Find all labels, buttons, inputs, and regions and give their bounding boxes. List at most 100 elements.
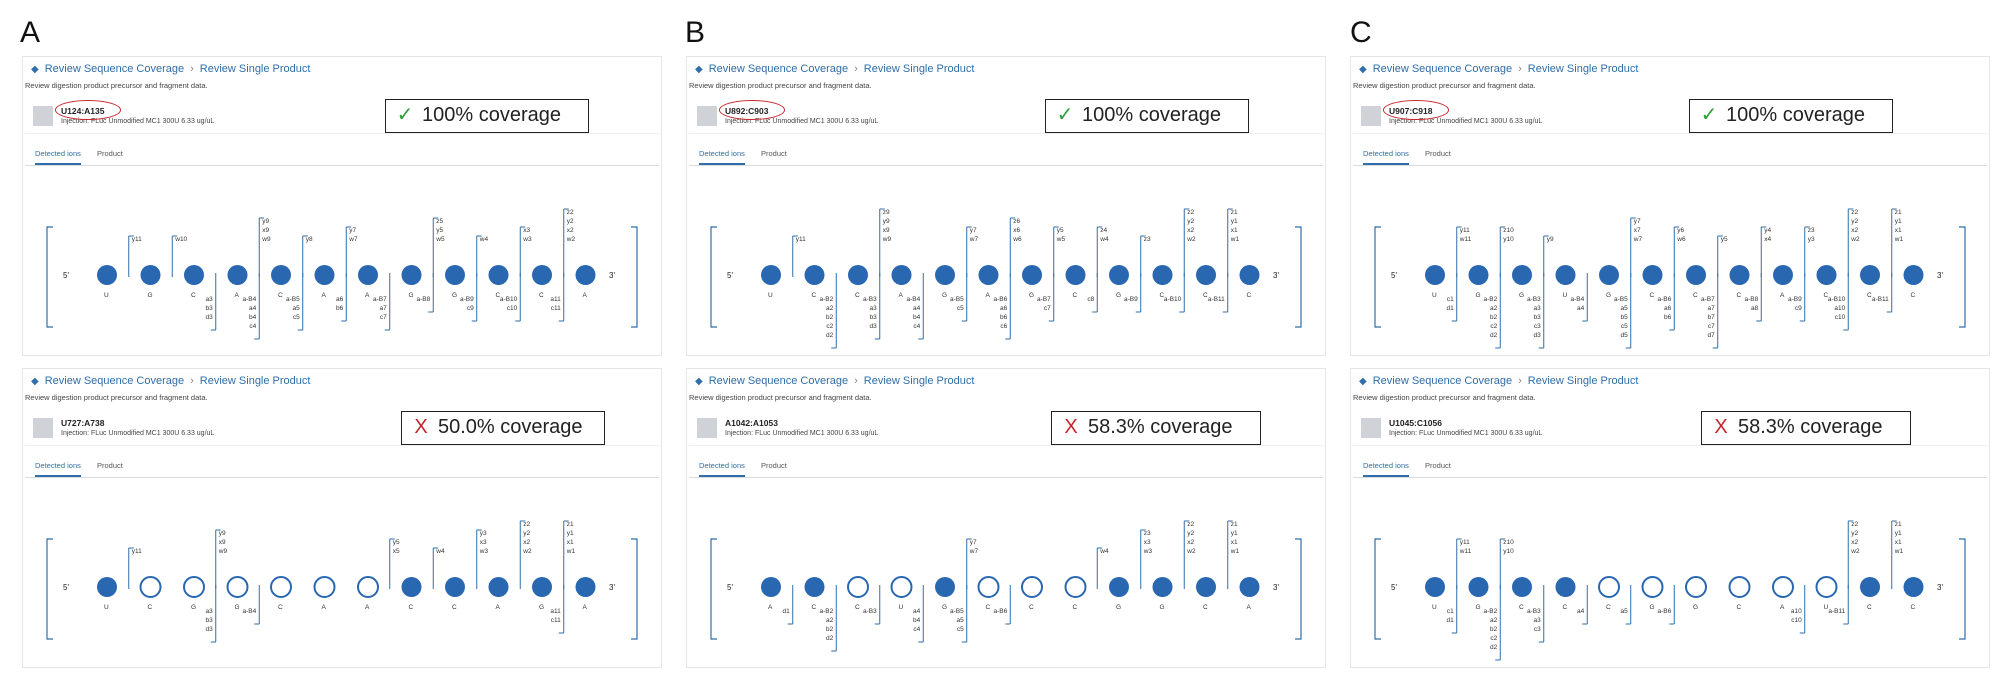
page-subtitle: Review digestion product precursor and f…	[1353, 393, 1536, 402]
upper-fragment-label: x2	[523, 539, 530, 546]
fragment-map-svg: 5' 3'U C C A G A G C G C C Cy11z9y9x9w9y7w7z6x6w6y5w…	[710, 208, 1302, 349]
nucleotide-node	[1109, 577, 1129, 597]
breadcrumb-link-sequence-coverage[interactable]: Review Sequence Coverage	[709, 63, 848, 75]
upper-fragment-label: y5	[393, 539, 400, 546]
product-card: ◆ Review Sequence Coverage › Review Single …	[22, 56, 662, 356]
lower-fragment-label: d3	[870, 323, 878, 330]
breadcrumb-link-sequence-coverage[interactable]: Review Sequence Coverage	[45, 375, 184, 387]
tab-product[interactable]: Product	[761, 461, 787, 470]
upper-fragment-label: z4	[1100, 227, 1107, 234]
left-bracket	[1374, 538, 1381, 640]
nucleotide-node	[313, 576, 336, 598]
tab-detected-ions[interactable]: Detected ions	[1363, 461, 1409, 477]
nucleotide-node	[1599, 265, 1619, 285]
nucleotide-node	[314, 265, 335, 285]
breadcrumb-link-single-product[interactable]: Review Single Product	[864, 375, 975, 387]
product-card: ◆ Review Sequence Coverage › Review Single …	[22, 368, 662, 668]
lower-fragment-label: a6	[1000, 305, 1008, 312]
lower-fragment-label: b2	[1490, 626, 1498, 633]
tab-detected-ions[interactable]: Detected ions	[699, 461, 745, 477]
nucleotide-label: C	[1650, 292, 1655, 299]
coverage-text: 58.3% coverage	[1088, 416, 1233, 438]
upper-fragment-label: x3	[1144, 539, 1151, 546]
back-arrow-icon[interactable]: ◆	[31, 376, 39, 387]
fragment-map: 5' 3' U C C A G A G C G C C Cy11 z9 y9 x9 w9 y7 w7 z6 x6 w6 y5 w…	[687, 167, 1327, 349]
nucleotide-label: U	[768, 292, 773, 299]
product-card: ◆ Review Sequence Coverage › Review Single …	[1350, 56, 1990, 356]
injection-label: Injection: FLuc Unmodified MC1 300U 6.33…	[725, 430, 879, 437]
nucleotide-label: C	[1911, 604, 1916, 611]
nucleotide-label: C	[855, 604, 860, 611]
lower-fragment-label: b6	[336, 305, 344, 312]
lower-fragment-label: d1	[783, 608, 791, 615]
coverage-box: ✓ 100% coverage	[1045, 99, 1249, 133]
lower-fragment-label: a3	[870, 305, 878, 312]
breadcrumb-link-single-product[interactable]: Review Single Product	[1528, 375, 1639, 387]
lower-fragment-label: c7	[1044, 305, 1051, 312]
tab-detected-ions[interactable]: Detected ions	[35, 461, 81, 477]
nucleotide-label: C	[1563, 604, 1568, 611]
lower-fragment-label: c2	[1490, 635, 1497, 642]
upper-fragment-label: w2	[566, 236, 576, 243]
lower-fragment-label: a4	[913, 305, 921, 312]
tab-detected-ions[interactable]: Detected ions	[1363, 149, 1409, 165]
upper-fragment-label: z5	[436, 218, 443, 225]
lower-fragment-label: c3	[1534, 626, 1541, 633]
lower-fragment-label: a4	[913, 608, 921, 615]
upper-fragment-label: x9	[883, 227, 890, 234]
chevron-right-icon: ›	[1518, 375, 1522, 387]
upper-fragment-label: w4	[1099, 548, 1109, 555]
nucleotide-node	[847, 576, 869, 598]
upper-fragment-label: w4	[479, 236, 489, 243]
upper-fragment-label: y3	[480, 530, 487, 537]
breadcrumb-link-sequence-coverage[interactable]: Review Sequence Coverage	[709, 375, 848, 387]
upper-fragment-label: z1	[567, 521, 574, 528]
nucleotide-node	[445, 265, 465, 285]
nucleotide-node	[1022, 265, 1042, 285]
breadcrumb-link-single-product[interactable]: Review Single Product	[200, 63, 311, 75]
upper-fragment-label: y1	[1231, 218, 1238, 225]
nucleotide-node	[1686, 265, 1706, 285]
breadcrumb-link-sequence-coverage[interactable]: Review Sequence Coverage	[1373, 63, 1512, 75]
nucleotide-node	[1641, 576, 1664, 598]
highlight-circle	[55, 100, 121, 120]
breadcrumb-link-single-product[interactable]: Review Single Product	[1528, 63, 1639, 75]
nucleotide-node	[1109, 265, 1129, 285]
back-arrow-icon[interactable]: ◆	[695, 64, 703, 75]
fragment-map-svg: 5' 3' U C G G C A A C C A G Ay11 y9 x9 w9 y5 x5 w4 y3 x3 w3 z2 y…	[46, 520, 638, 643]
back-arrow-icon[interactable]: ◆	[31, 64, 39, 75]
tab-product[interactable]: Product	[1425, 461, 1451, 470]
back-arrow-icon[interactable]: ◆	[695, 376, 703, 387]
nucleotide-node	[139, 576, 162, 598]
nucleotide-node	[1196, 265, 1216, 285]
tab-detected-ions[interactable]: Detected ions	[699, 149, 745, 165]
nucleotide-node	[1152, 577, 1173, 597]
tab-product[interactable]: Product	[1425, 149, 1451, 158]
five-prime-label: 5'	[1391, 271, 1397, 280]
tab-product[interactable]: Product	[97, 461, 123, 470]
tab-product[interactable]: Product	[97, 149, 123, 158]
nucleotide-label: G	[1116, 604, 1121, 611]
upper-fragment-label: x9	[262, 227, 269, 234]
upper-fragment-label: w7	[969, 236, 979, 243]
breadcrumb-link-single-product[interactable]: Review Single Product	[200, 375, 311, 387]
breadcrumb-link-single-product[interactable]: Review Single Product	[864, 63, 975, 75]
upper-fragment-label: w4	[1099, 236, 1109, 243]
lower-fragment-label: a7	[380, 305, 388, 312]
nucleotide-label: A	[496, 604, 501, 611]
nucleotide-label: C	[1737, 604, 1742, 611]
lower-fragment-label: a-B11	[1828, 608, 1845, 615]
back-arrow-icon[interactable]: ◆	[1359, 376, 1367, 387]
lower-fragment-label: b4	[249, 314, 257, 321]
breadcrumb-link-sequence-coverage[interactable]: Review Sequence Coverage	[45, 63, 184, 75]
back-arrow-icon[interactable]: ◆	[1359, 64, 1367, 75]
breadcrumb-link-sequence-coverage[interactable]: Review Sequence Coverage	[1373, 375, 1512, 387]
lower-fragment-label: a-B2	[1484, 296, 1498, 303]
tab-detected-ions[interactable]: Detected ions	[35, 149, 81, 165]
nucleotide-label: G	[1606, 292, 1611, 299]
lower-fragment-label: a6	[1664, 305, 1672, 312]
lower-fragment-label: c5	[957, 626, 964, 633]
nucleotide-node	[271, 265, 291, 285]
tab-product[interactable]: Product	[761, 149, 787, 158]
upper-fragment-label: x6	[1013, 227, 1020, 234]
